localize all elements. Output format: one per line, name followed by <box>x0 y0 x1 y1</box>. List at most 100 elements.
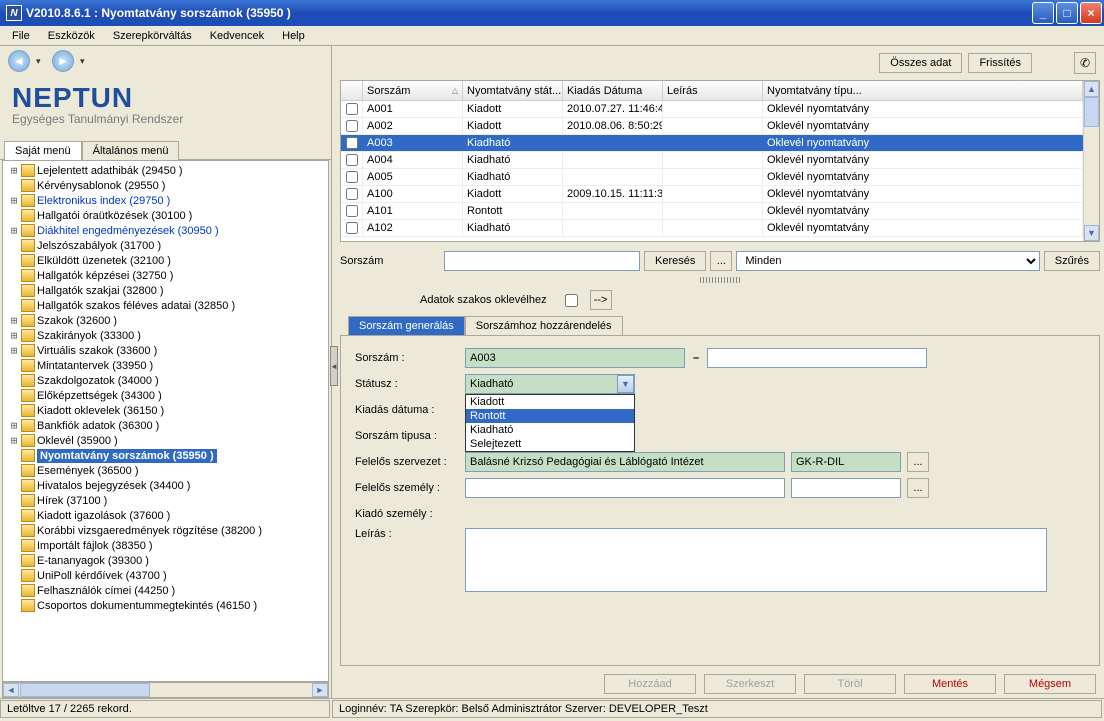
szemely-lookup-button[interactable]: ... <box>907 478 929 498</box>
table-row[interactable]: A001Kiadott2010.07.27. 11:46:4Oklevél ny… <box>341 101 1083 118</box>
nav-forward-dropdown[interactable]: ▾ <box>80 56 90 67</box>
tree-toggle-icon[interactable]: ⊞ <box>7 164 21 177</box>
scroll-left-icon[interactable]: ◄ <box>3 683 19 697</box>
minimize-button[interactable]: _ <box>1032 2 1054 24</box>
szervezet-code-input[interactable] <box>791 452 901 472</box>
tree-item[interactable]: ·Hallgatók szakos féléves adatai (32850 … <box>3 298 328 313</box>
tree-item[interactable]: ·Felhasználók címei (44250 ) <box>3 583 328 598</box>
torol-button[interactable]: Töröl <box>804 674 896 694</box>
tree-item[interactable]: ·Szakdolgozatok (34000 ) <box>3 373 328 388</box>
tree-item[interactable]: ·Hallgatók képzései (32750 ) <box>3 268 328 283</box>
tree-item[interactable]: ⊞Oklevél (35900 ) <box>3 433 328 448</box>
osszes-adat-button[interactable]: Összes adat <box>879 53 962 73</box>
tab-sorszam-generalas[interactable]: Sorszám generálás <box>348 316 465 335</box>
tree-item[interactable]: ⊞Lejelentett adathibák (29450 ) <box>3 163 328 178</box>
grid-header-tip[interactable]: Nyomtatvány típu... <box>763 81 1083 100</box>
tree-item[interactable]: ·Elküldött üzenetek (32100 ) <box>3 253 328 268</box>
tree-item[interactable]: ⊞Szakirányok (33300 ) <box>3 328 328 343</box>
menu-szerepkorvaltas[interactable]: Szerepkörváltás <box>105 28 200 44</box>
menu-kedvencek[interactable]: Kedvencek <box>202 28 272 44</box>
sorszam-from-input[interactable] <box>465 348 685 368</box>
tree-item[interactable]: ·Előképzettségek (34300 ) <box>3 388 328 403</box>
table-row[interactable]: A002Kiadott2010.08.06. 8:50:29Oklevél ny… <box>341 118 1083 135</box>
combo-item[interactable]: Rontott <box>466 409 634 423</box>
table-row[interactable]: A102KiadhatóOklevél nyomtatvány <box>341 220 1083 237</box>
tree-item[interactable]: ⊞Virtuális szakok (33600 ) <box>3 343 328 358</box>
splitter-handle[interactable]: ◄ <box>330 346 338 386</box>
scroll-right-icon[interactable]: ► <box>312 683 328 697</box>
tree-item[interactable]: ·UniPoll kérdőívek (43700 ) <box>3 568 328 583</box>
tree-toggle-icon[interactable]: ⊞ <box>7 419 21 432</box>
splitter[interactable]: ◄ <box>332 46 336 698</box>
nav-forward-button[interactable]: ► <box>52 50 74 72</box>
scroll-up-icon[interactable]: ▲ <box>1084 81 1099 97</box>
menu-eszkozok[interactable]: Eszközök <box>40 28 103 44</box>
tree-item[interactable]: ·Nyomtatvány sorszámok (35950 ) <box>3 448 328 463</box>
nav-back-button[interactable]: ◄ <box>8 50 30 72</box>
grid-header-leiras[interactable]: Leírás <box>663 81 763 100</box>
scroll-track[interactable] <box>1084 127 1099 225</box>
row-checkbox[interactable] <box>346 154 358 166</box>
tree-toggle-icon[interactable]: ⊞ <box>7 434 21 447</box>
filter-select[interactable]: Minden <box>736 251 1039 271</box>
leiras-textarea[interactable] <box>465 528 1047 592</box>
row-checkbox[interactable] <box>346 205 358 217</box>
tree-item[interactable]: ·Hírek (37100 ) <box>3 493 328 508</box>
tree-item[interactable]: ·Hallgatók szakjai (32800 ) <box>3 283 328 298</box>
tree-toggle-icon[interactable]: ⊞ <box>7 224 21 237</box>
row-checkbox[interactable] <box>346 188 358 200</box>
megsem-button[interactable]: Mégsem <box>1004 674 1096 694</box>
adatok-arrow-button[interactable]: --> <box>590 290 612 310</box>
tree-item[interactable]: ·Kiadott igazolások (37600 ) <box>3 508 328 523</box>
tree-item[interactable]: ·Mintatantervek (33950 ) <box>3 358 328 373</box>
tree-item[interactable]: ·Hivatalos bejegyzések (34400 ) <box>3 478 328 493</box>
hozzaad-button[interactable]: Hozzáad <box>604 674 696 694</box>
tab-sajat-menu[interactable]: Saját menü <box>4 141 82 160</box>
menu-help[interactable]: Help <box>274 28 313 44</box>
row-checkbox[interactable] <box>346 137 358 149</box>
combo-item[interactable]: Selejtezett <box>466 437 634 451</box>
szerkeszt-button[interactable]: Szerkeszt <box>704 674 796 694</box>
search-input[interactable] <box>444 251 640 271</box>
scroll-down-icon[interactable]: ▼ <box>1084 225 1099 241</box>
tree-toggle-icon[interactable]: ⊞ <box>7 344 21 357</box>
combo-item[interactable]: Kiadható <box>466 423 634 437</box>
tree-item[interactable]: ·Események (36500 ) <box>3 463 328 478</box>
maximize-button[interactable]: □ <box>1056 2 1078 24</box>
grid-header-check[interactable] <box>341 81 363 100</box>
szemely-code-input[interactable] <box>791 478 901 498</box>
tree-hscroll[interactable]: ◄ ► <box>2 682 329 698</box>
frissites-button[interactable]: Frissítés <box>968 53 1032 73</box>
table-row[interactable]: A004KiadhatóOklevél nyomtatvány <box>341 152 1083 169</box>
mentes-button[interactable]: Mentés <box>904 674 996 694</box>
tree-item[interactable]: ⊞Diákhitel engedményezések (30950 ) <box>3 223 328 238</box>
tree-item[interactable]: ·Importált fájlok (38350 ) <box>3 538 328 553</box>
tree-item[interactable]: ·Hallgatói óraütközések (30100 ) <box>3 208 328 223</box>
sorszam-to-input[interactable] <box>707 348 927 368</box>
kereses-button[interactable]: Keresés <box>644 251 706 271</box>
tree-toggle-icon[interactable]: ⊞ <box>7 329 21 342</box>
tab-sorszamhoz-hozzarendeles[interactable]: Sorszámhoz hozzárendelés <box>465 316 623 335</box>
grid-header-date[interactable]: Kiadás Dátuma <box>563 81 663 100</box>
adatok-checkbox[interactable] <box>565 294 578 307</box>
menu-file[interactable]: File <box>4 28 38 44</box>
tree-item[interactable]: ·E-tananyagok (39300 ) <box>3 553 328 568</box>
table-row[interactable]: A005KiadhatóOklevél nyomtatvány <box>341 169 1083 186</box>
statusz-dropdown-list[interactable]: KiadottRontottKiadhatóSelejtezett <box>465 394 635 452</box>
row-checkbox[interactable] <box>346 103 358 115</box>
tree-item[interactable]: ·Kiadott oklevelek (36150 ) <box>3 403 328 418</box>
scroll-thumb[interactable] <box>20 683 150 697</box>
nav-tree[interactable]: ⊞Lejelentett adathibák (29450 )·Kérvénys… <box>2 160 329 682</box>
statusz-combo[interactable]: ▼ KiadottRontottKiadhatóSelejtezett <box>465 374 635 394</box>
statusz-combo-input[interactable] <box>465 374 635 394</box>
help-icon[interactable]: ✆ <box>1074 52 1096 74</box>
table-row[interactable]: A101RontottOklevél nyomtatvány <box>341 203 1083 220</box>
combo-item[interactable]: Kiadott <box>466 395 634 409</box>
grid-vscroll[interactable]: ▲ ▼ <box>1083 81 1099 241</box>
search-ellipsis-button[interactable]: ... <box>710 251 732 271</box>
tree-toggle-icon[interactable]: ⊞ <box>7 314 21 327</box>
nav-back-dropdown[interactable]: ▾ <box>36 56 46 67</box>
tree-item[interactable]: ·Jelszószabályok (31700 ) <box>3 238 328 253</box>
row-checkbox[interactable] <box>346 222 358 234</box>
grid-header-sorszam[interactable]: Sorszám △ <box>363 81 463 100</box>
